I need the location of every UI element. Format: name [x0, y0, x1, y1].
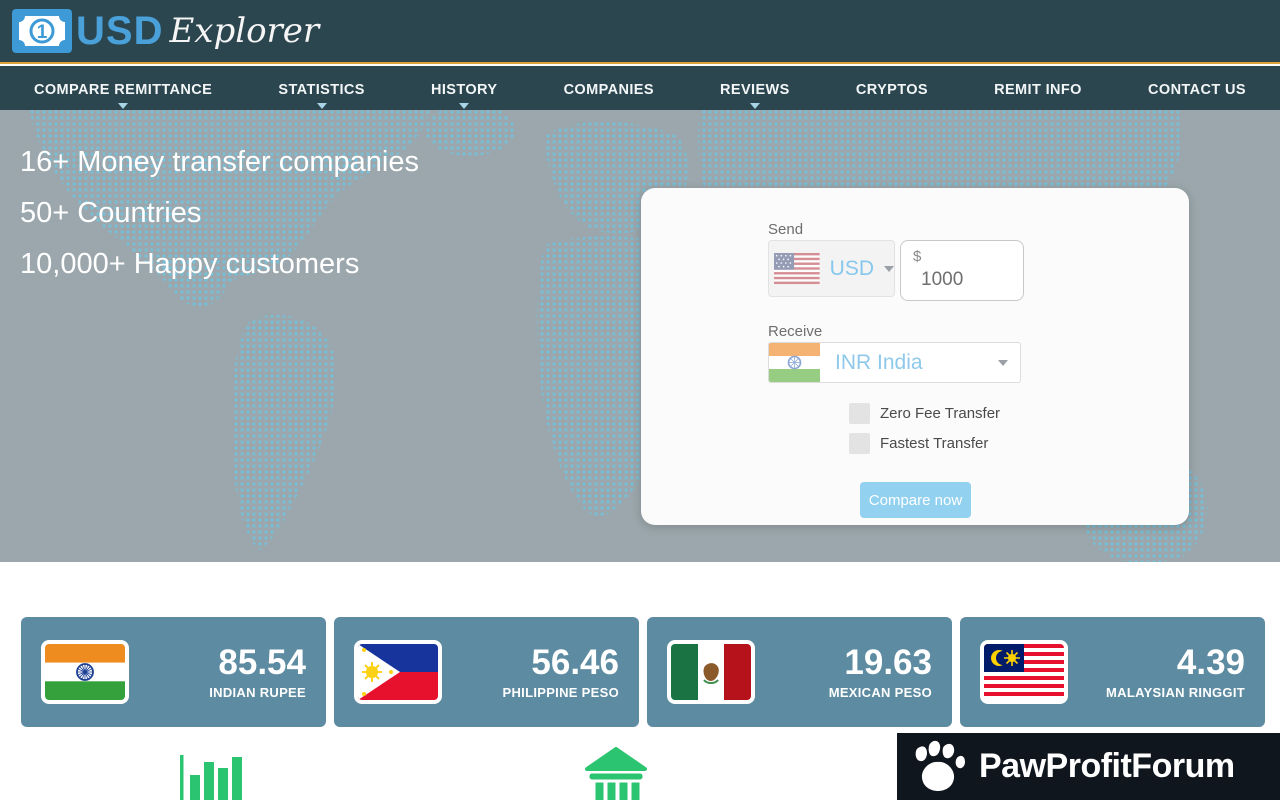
- brand-name-secondary: Explorer: [169, 14, 319, 48]
- receive-currency-dropdown[interactable]: INR India: [768, 342, 1021, 383]
- paw-print-icon: [907, 739, 969, 795]
- chevron-down-icon: [118, 103, 128, 109]
- usd-explorer-homepage: 1 USD Explorer COMPARE REMITTANCE STATIS…: [0, 0, 1280, 800]
- nav-item-history[interactable]: HISTORY: [431, 78, 497, 98]
- rate-value: 19.63: [829, 644, 932, 683]
- rate-value: 85.54: [209, 644, 306, 683]
- nav-item-statistics[interactable]: STATISTICS: [278, 78, 364, 98]
- send-currency-dropdown[interactable]: USD: [768, 240, 895, 297]
- rate-currency-name: MEXICAN PESO: [829, 685, 932, 700]
- nav-item-compare-remittance[interactable]: COMPARE REMITTANCE: [34, 78, 212, 98]
- chevron-down-icon: [998, 360, 1008, 366]
- fastest-transfer-checkbox[interactable]: [849, 433, 870, 454]
- dollar-bill-icon: 1: [12, 9, 72, 53]
- nav-item-companies[interactable]: COMPANIES: [564, 78, 654, 98]
- header: 1 USD Explorer: [0, 0, 1280, 64]
- compare-now-button[interactable]: Compare now: [860, 482, 971, 518]
- currency-symbol: $: [913, 249, 1023, 266]
- hero-stat-countries: 50+ Countries: [20, 199, 419, 228]
- receive-label: Receive: [768, 323, 822, 340]
- fastest-transfer-option: Fastest Transfer: [849, 433, 988, 454]
- send-label: Send: [768, 221, 803, 238]
- receive-currency-value: INR India: [835, 351, 923, 375]
- nav-label: CRYPTOS: [856, 82, 928, 98]
- hero-stat-customers: 10,000+ Happy customers: [20, 250, 419, 279]
- chevron-down-icon: [750, 103, 760, 109]
- brand-name-primary: USD: [76, 11, 163, 51]
- nav-label: CONTACT US: [1148, 82, 1246, 98]
- rate-card-philippine-peso: 56.46 PHILIPPINE PESO: [334, 617, 639, 727]
- hero-section: 16+ Money transfer companies 50+ Countri…: [0, 110, 1280, 562]
- nav-item-contact-us[interactable]: CONTACT US: [1148, 78, 1246, 98]
- rate-currency-name: INDIAN RUPEE: [209, 685, 306, 700]
- rate-card-mexican-peso: 19.63 MEXICAN PESO: [647, 617, 952, 727]
- rate-value: 56.46: [503, 644, 619, 683]
- rate-currency-name: MALAYSIAN RINGGIT: [1106, 685, 1245, 700]
- india-flag-icon: [41, 640, 129, 704]
- brand-logo[interactable]: 1 USD Explorer: [12, 9, 319, 53]
- watermark-text: PawProfitForum: [979, 747, 1235, 786]
- us-flag-icon: [774, 252, 820, 285]
- philippines-flag-icon: [354, 640, 442, 704]
- compare-form-card: Send: [641, 188, 1189, 525]
- nav-label: REMIT INFO: [994, 82, 1082, 98]
- zero-fee-checkbox[interactable]: [849, 403, 870, 424]
- rate-card-indian-rupee: 85.54 INDIAN RUPEE: [21, 617, 326, 727]
- send-currency-value: USD: [830, 257, 874, 281]
- amount-input[interactable]: [921, 269, 1016, 291]
- nav-item-cryptos[interactable]: CRYPTOS: [856, 78, 928, 98]
- nav-label: HISTORY: [431, 82, 497, 98]
- chevron-down-icon: [317, 103, 327, 109]
- nav-item-reviews[interactable]: REVIEWS: [720, 78, 790, 98]
- malaysia-flag-icon: [980, 640, 1068, 704]
- bank-icon: [583, 747, 649, 800]
- zero-fee-label: Zero Fee Transfer: [880, 405, 1000, 422]
- zero-fee-option: Zero Fee Transfer: [849, 403, 1000, 424]
- chevron-down-icon: [459, 103, 469, 109]
- watermark-banner: PawProfitForum: [897, 733, 1280, 800]
- nav-label: COMPANIES: [564, 82, 654, 98]
- hero-stat-companies: 16+ Money transfer companies: [20, 148, 419, 177]
- bar-chart-icon: [180, 750, 244, 800]
- nav-label: REVIEWS: [720, 82, 790, 98]
- hero-stats: 16+ Money transfer companies 50+ Countri…: [20, 148, 419, 301]
- nav-label: COMPARE REMITTANCE: [34, 82, 212, 98]
- nav-label: STATISTICS: [278, 82, 364, 98]
- mexico-flag-icon: [667, 640, 755, 704]
- chevron-down-icon: [884, 266, 894, 272]
- rate-currency-name: PHILIPPINE PESO: [503, 685, 619, 700]
- amount-field: $: [900, 240, 1024, 301]
- main-nav: COMPARE REMITTANCE STATISTICS HISTORY CO…: [0, 66, 1280, 110]
- exchange-rate-cards: 85.54 INDIAN RUPEE: [21, 617, 1265, 727]
- rate-card-malaysian-ringgit: 4.39 MALAYSIAN RINGGIT: [960, 617, 1265, 727]
- rate-value: 4.39: [1106, 644, 1245, 683]
- svg-text:1: 1: [37, 22, 48, 43]
- nav-item-remit-info[interactable]: REMIT INFO: [994, 78, 1082, 98]
- fastest-transfer-label: Fastest Transfer: [880, 435, 988, 452]
- india-flag-icon: [769, 343, 820, 382]
